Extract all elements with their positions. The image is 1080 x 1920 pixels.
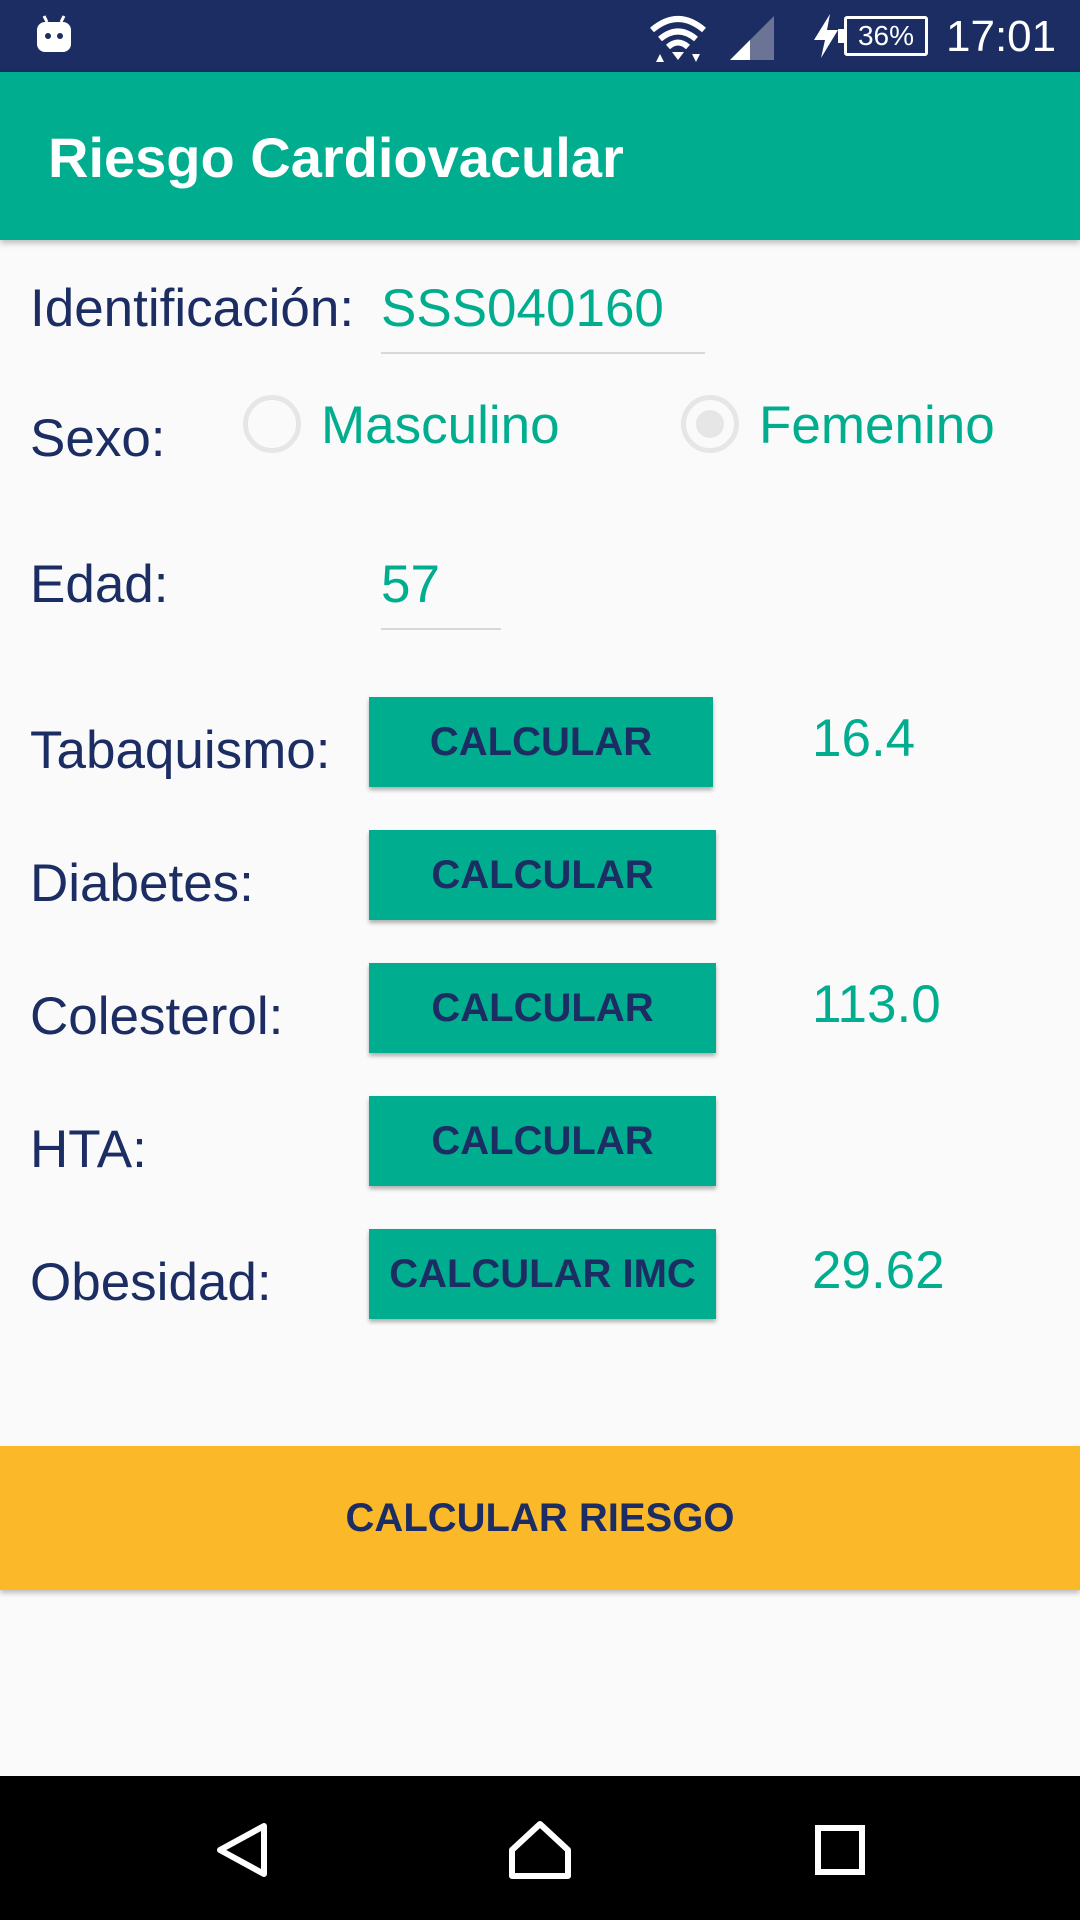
charging-icon	[814, 14, 838, 58]
tabaquismo-calcular-button[interactable]: CALCULAR	[369, 697, 713, 787]
edad-label: Edad:	[30, 555, 169, 614]
wifi-icon	[650, 16, 706, 62]
status-bar: 36% 17:01	[0, 0, 1080, 72]
hta-calcular-button[interactable]: CALCULAR	[369, 1096, 716, 1186]
signal-icon	[730, 16, 774, 60]
identificacion-label: Identificación:	[30, 279, 355, 338]
navigation-bar	[0, 1776, 1080, 1920]
obesidad-result: 29.62	[812, 1241, 945, 1300]
obesidad-label: Obesidad:	[30, 1253, 272, 1312]
colesterol-label: Colesterol:	[30, 987, 284, 1046]
recents-icon[interactable]	[814, 1824, 866, 1876]
masculino-radio[interactable]	[243, 395, 301, 453]
sexo-label: Sexo:	[30, 409, 166, 468]
battery-indicator: 36%	[838, 16, 928, 56]
diabetes-label: Diabetes:	[30, 854, 254, 913]
identificacion-input[interactable]: SSS040160	[381, 278, 705, 354]
femenino-radio[interactable]	[681, 395, 739, 453]
home-icon[interactable]	[508, 1820, 572, 1880]
app-title: Riesgo Cardiovacular	[48, 126, 624, 189]
colesterol-calcular-button[interactable]: CALCULAR	[369, 963, 716, 1053]
hta-label: HTA:	[30, 1120, 147, 1179]
tabaquismo-result: 16.4	[812, 709, 916, 768]
femenino-label[interactable]: Femenino	[759, 395, 995, 457]
masculino-label[interactable]: Masculino	[321, 395, 560, 457]
diabetes-calcular-button[interactable]: CALCULAR	[369, 830, 716, 920]
edad-input[interactable]: 57	[381, 554, 501, 630]
back-icon[interactable]	[214, 1822, 268, 1878]
tabaquismo-label: Tabaquismo:	[30, 721, 331, 780]
status-clock: 17:01	[946, 12, 1057, 61]
android-icon	[37, 15, 71, 52]
obesidad-calcular-imc-button[interactable]: CALCULAR IMC	[369, 1229, 716, 1319]
calcular-riesgo-button[interactable]: CALCULAR RIESGO	[0, 1446, 1080, 1590]
app-bar: Riesgo Cardiovacular	[0, 72, 1080, 240]
colesterol-result: 113.0	[812, 975, 941, 1034]
